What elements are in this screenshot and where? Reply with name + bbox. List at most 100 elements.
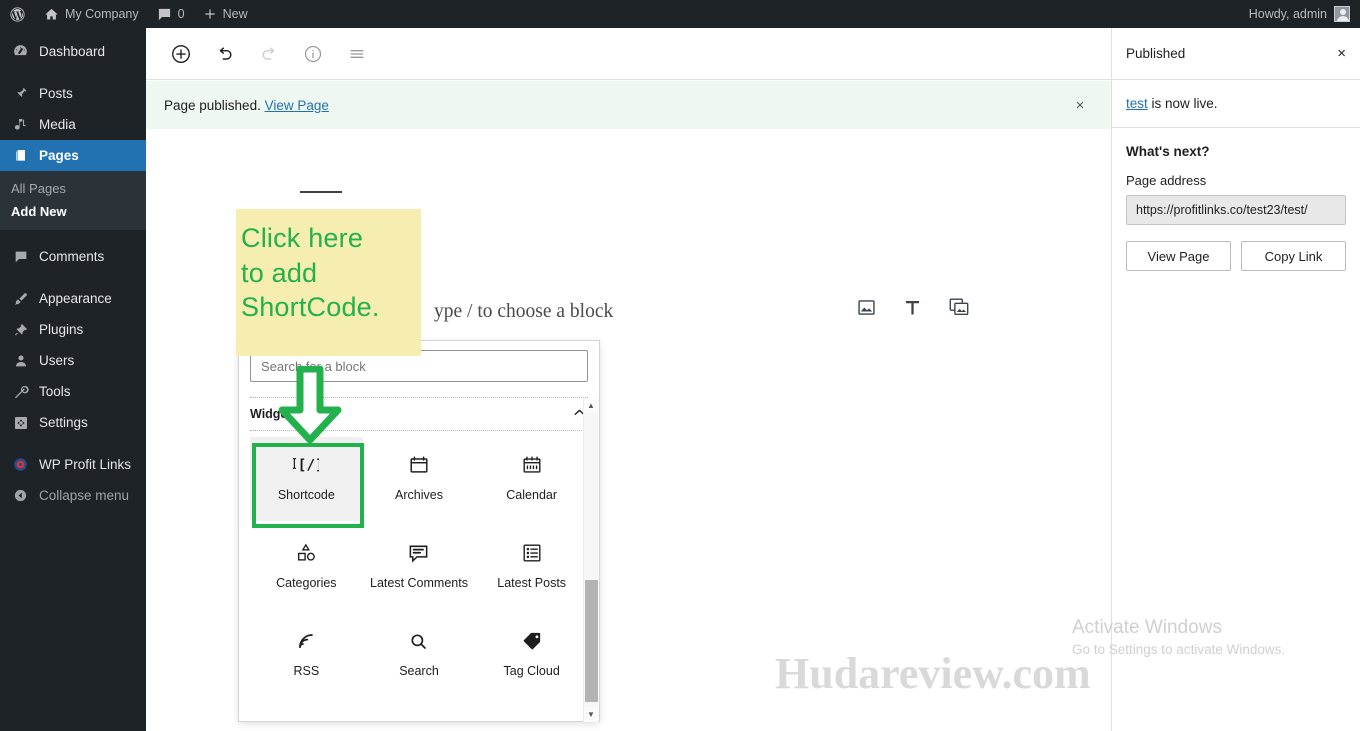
sidebar-item-tools[interactable]: Tools <box>0 376 146 407</box>
plus-icon <box>203 7 217 21</box>
media-icon <box>11 117 30 133</box>
tag-cloud-icon <box>521 629 543 653</box>
latest-posts-icon <box>521 541 543 565</box>
blocks-grid: [/] Shortcode Archives <box>239 431 599 697</box>
scrollbar-thumb[interactable] <box>585 580 598 702</box>
block-item-label: Search <box>399 664 439 678</box>
sidebar-item-posts[interactable]: Posts <box>0 78 146 109</box>
wrench-icon <box>11 384 30 400</box>
redo-icon[interactable] <box>252 37 286 71</box>
categories-icon <box>295 541 317 565</box>
sidebar-item-label: Appearance <box>39 291 112 306</box>
published-notice: Page published. View Page × <box>146 81 1111 129</box>
sidebar-item-label: Tools <box>39 384 71 399</box>
notice-close-icon[interactable]: × <box>1067 92 1093 118</box>
new-label: New <box>222 7 248 21</box>
block-item-latest-comments[interactable]: Latest Comments <box>363 525 476 609</box>
scroll-down-arrow-icon[interactable]: ▼ <box>584 707 598 722</box>
canvas-quick-inserter-icons <box>856 296 970 318</box>
publish-panel-actions: View Page Copy Link <box>1126 241 1346 271</box>
page-address-value: https://profitlinks.co/test23/test/ <box>1136 203 1308 217</box>
settings-icon <box>11 415 30 431</box>
sidebar-subitem-add-new[interactable]: Add New <box>0 200 146 223</box>
list-view-icon[interactable] <box>340 37 374 71</box>
image-icon[interactable] <box>856 297 877 318</box>
sidebar-item-label: Posts <box>39 86 73 101</box>
published-page-link[interactable]: test <box>1126 96 1148 111</box>
sidebar-divider <box>0 438 146 449</box>
paragraph-placeholder[interactable]: ype / to choose a block <box>434 301 613 323</box>
block-item-categories[interactable]: Categories <box>250 525 363 609</box>
sidebar-item-dashboard[interactable]: Dashboard <box>0 36 146 67</box>
comments-bubble[interactable]: 0 <box>148 0 194 28</box>
sidebar-item-collapse-menu[interactable]: Collapse menu <box>0 480 146 511</box>
undo-icon[interactable] <box>208 37 242 71</box>
sidebar-item-plugins[interactable]: Plugins <box>0 314 146 345</box>
pages-icon <box>11 148 30 164</box>
sidebar-item-settings[interactable]: Settings <box>0 407 146 438</box>
site-name-menu[interactable]: My Company <box>35 0 148 28</box>
sidebar-item-label: WP Profit Links <box>39 457 132 472</box>
comment-bubble-icon <box>157 7 172 22</box>
callout-line-1: Click here <box>241 223 364 253</box>
add-block-icon[interactable] <box>164 37 198 71</box>
post-title-rule <box>300 191 342 193</box>
block-item-archives[interactable]: Archives <box>363 437 476 521</box>
search-icon <box>408 629 429 653</box>
publish-panel-header: Published × <box>1112 28 1360 80</box>
block-item-latest-posts[interactable]: Latest Posts <box>475 525 588 609</box>
wordpress-logo-icon <box>9 6 26 23</box>
sidebar-item-appearance[interactable]: Appearance <box>0 283 146 314</box>
wp-logo-button[interactable] <box>0 0 35 28</box>
view-page-button[interactable]: View Page <box>1126 241 1231 271</box>
sidebar-subitem-label: Add New <box>11 204 67 219</box>
new-content-menu[interactable]: New <box>194 0 257 28</box>
account-menu[interactable]: Howdy, admin <box>1249 6 1360 22</box>
notice-view-page-link[interactable]: View Page <box>265 98 329 113</box>
dashboard-icon <box>11 43 30 60</box>
block-item-tag-cloud[interactable]: Tag Cloud <box>475 613 588 697</box>
sidebar-item-pages[interactable]: Pages <box>0 140 146 171</box>
latest-comments-icon <box>407 541 430 565</box>
block-item-label: Latest Posts <box>497 576 567 590</box>
brush-icon <box>11 291 30 307</box>
page-address-input[interactable]: https://profitlinks.co/test23/test/ <box>1126 195 1346 225</box>
callout-line-2: to add <box>241 257 318 288</box>
sidebar-subitem-label: All Pages <box>11 181 66 196</box>
copy-link-button[interactable]: Copy Link <box>1241 241 1346 271</box>
gallery-icon[interactable] <box>948 296 970 318</box>
block-item-rss[interactable]: RSS <box>250 613 363 697</box>
editor-toolbar <box>146 28 1111 80</box>
sidebar-item-users[interactable]: Users <box>0 345 146 376</box>
text-icon[interactable] <box>902 297 923 318</box>
activate-windows-title: Activate Windows <box>1072 617 1222 638</box>
sidebar-divider <box>0 67 146 78</box>
sidebar-divider <box>0 230 146 241</box>
block-item-shortcode[interactable]: [/] Shortcode <box>250 437 363 521</box>
block-item-calendar[interactable]: Calendar <box>475 437 588 521</box>
sidebar-subitem-all-pages[interactable]: All Pages <box>0 177 146 200</box>
rss-icon <box>295 629 317 653</box>
inserter-scrollbar[interactable]: ▲ ▼ <box>583 398 598 722</box>
activate-windows-subtitle: Go to Settings to activate Windows. <box>1072 641 1286 657</box>
callout-line-3: ShortCode. <box>241 292 380 323</box>
sidebar-item-label: Collapse menu <box>39 488 130 503</box>
publish-panel-title: Published <box>1126 46 1186 61</box>
scroll-up-arrow-icon[interactable]: ▲ <box>584 398 598 413</box>
page-address-label: Page address <box>1126 173 1207 188</box>
sidebar-item-wp-profit-links[interactable]: WP Profit Links <box>0 449 146 480</box>
avatar <box>1334 6 1350 22</box>
close-icon[interactable]: × <box>1337 45 1346 62</box>
profit-links-icon <box>11 457 30 472</box>
info-icon[interactable] <box>296 37 330 71</box>
live-text: is now live. <box>1147 96 1218 111</box>
sidebar-item-media[interactable]: Media <box>0 109 146 140</box>
block-item-search[interactable]: Search <box>363 613 476 697</box>
collapse-icon <box>11 488 30 503</box>
sidebar-item-comments[interactable]: Comments <box>0 241 146 272</box>
annotation-arrow-down-icon <box>276 365 344 444</box>
notice-text: Page published. <box>164 97 261 113</box>
block-item-label: RSS <box>293 664 320 678</box>
plug-icon <box>11 322 30 338</box>
publish-panel-body: What's next? Page address https://profit… <box>1112 128 1360 271</box>
